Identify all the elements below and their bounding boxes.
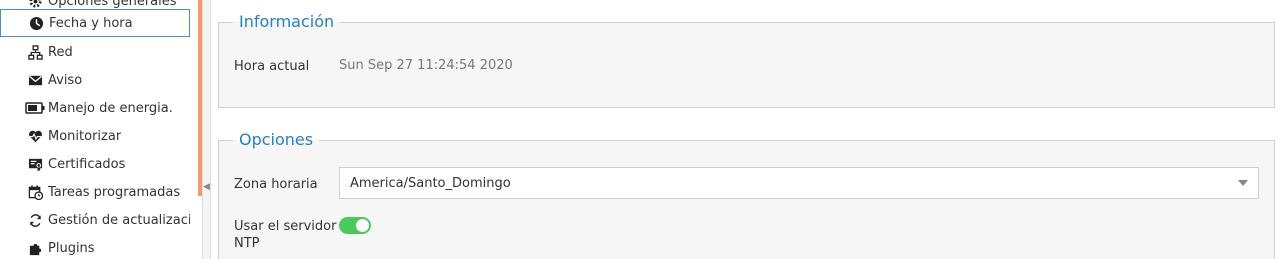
ntp-label-line1: Usar el servidor: [234, 219, 337, 234]
sidebar-item-label: Manejo de energia.: [48, 100, 173, 116]
sidebar-item-label: Plugins: [48, 240, 95, 256]
clock-icon: [27, 14, 45, 32]
sidebar: Opciones generales Fecha y hora Red Avis…: [0, 0, 198, 259]
sidebar-item-monitor[interactable]: Monitorizar: [0, 122, 190, 150]
sidebar-item-label: Opciones generales: [48, 0, 177, 9]
sidebar-splitter[interactable]: [202, 0, 211, 259]
ntp-label: Usar el servidor NTP: [234, 218, 336, 252]
certificate-icon: [26, 155, 44, 173]
main-content: Información Hora actual Sun Sep 27 11:24…: [211, 0, 1281, 259]
current-time-label: Hora actual: [234, 59, 310, 74]
sidebar-item-label: Certificados: [48, 156, 126, 172]
ntp-label-line2: NTP: [234, 236, 260, 251]
chevron-down-icon: [1238, 180, 1248, 186]
envelope-icon: [26, 71, 44, 89]
sidebar-item-label: Monitorizar: [48, 128, 122, 144]
toggle-knob: [356, 219, 369, 232]
sidebar-item-plugins[interactable]: Plugins: [0, 234, 190, 259]
sidebar-item-label: Aviso: [48, 72, 83, 88]
ntp-toggle[interactable]: [339, 217, 371, 234]
refresh-icon: [26, 211, 44, 229]
puzzle-icon: [26, 239, 44, 257]
chevron-left-icon: ◀: [203, 182, 210, 192]
calendar-clock-icon: [26, 183, 44, 201]
info-legend: Información: [233, 11, 341, 33]
sidebar-item-label: Tareas programadas: [48, 184, 181, 200]
sidebar-item-network[interactable]: Red: [0, 38, 190, 66]
collapse-sidebar-handle[interactable]: ◀: [202, 176, 211, 198]
timezone-value: America/Santo_Domingo: [350, 175, 511, 191]
sidebar-item-scheduled-tasks[interactable]: Tareas programadas: [0, 178, 190, 206]
timezone-label: Zona horaria: [234, 177, 318, 192]
sidebar-item-notice[interactable]: Aviso: [0, 66, 190, 94]
sidebar-item-label: Gestión de actualizaciones: [48, 212, 190, 228]
sidebar-item-certificates[interactable]: Certificados: [0, 150, 190, 178]
timezone-select[interactable]: America/Santo_Domingo: [339, 167, 1259, 199]
info-fieldset: Información Hora actual Sun Sep 27 11:24…: [218, 11, 1275, 108]
sidebar-item-update-management[interactable]: Gestión de actualizaciones: [0, 206, 190, 234]
network-icon: [26, 43, 44, 61]
battery-icon: [24, 99, 46, 117]
current-time-value: Sun Sep 27 11:24:54 2020: [339, 58, 513, 73]
sidebar-item-date-time[interactable]: Fecha y hora: [0, 9, 190, 37]
heartbeat-icon: [26, 127, 44, 145]
options-legend: Opciones: [233, 129, 320, 151]
options-fieldset: Opciones Zona horaria America/Santo_Domi…: [218, 129, 1275, 259]
sidebar-item-label: Fecha y hora: [49, 15, 133, 31]
sidebar-item-label: Red: [48, 44, 73, 60]
sidebar-item-power-management[interactable]: Manejo de energia.: [0, 94, 190, 122]
